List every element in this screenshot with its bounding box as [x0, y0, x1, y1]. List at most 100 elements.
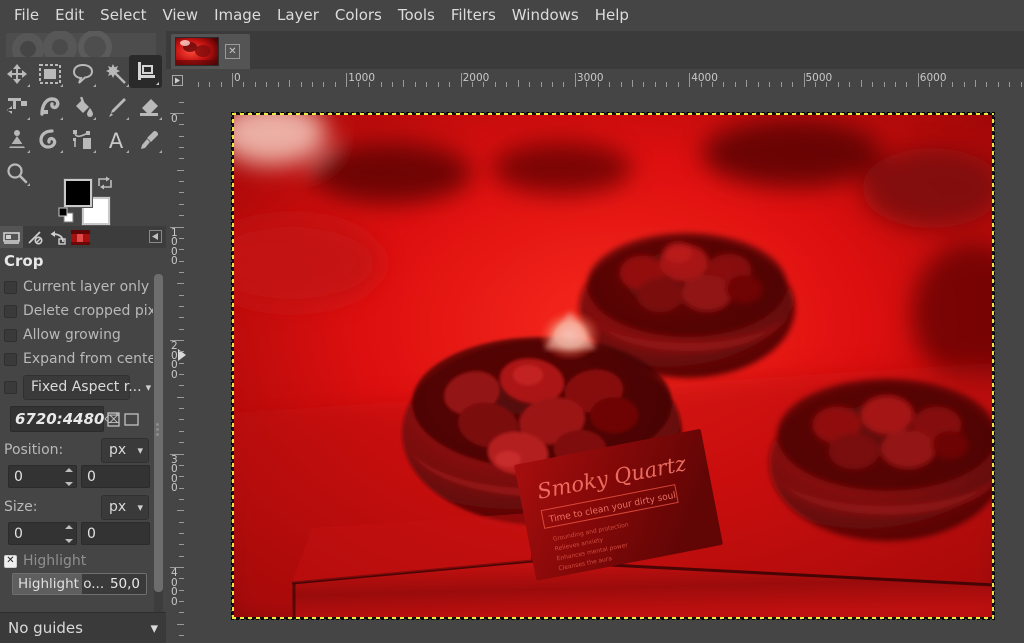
ruler-tick — [449, 82, 450, 87]
tool-options-menu-button[interactable] — [149, 230, 162, 243]
menu-colors[interactable]: Colors — [327, 5, 390, 27]
ruler-tick — [461, 73, 462, 87]
move-tool[interactable] — [0, 57, 33, 90]
menu-help[interactable]: Help — [587, 5, 637, 27]
size-unit-dropdown[interactable]: px ▾ — [101, 495, 149, 520]
ruler-tick — [323, 82, 324, 87]
checkbox-allow-growing[interactable] — [4, 329, 17, 342]
option-delete-cropped-pixels[interactable]: Delete cropped pixe — [0, 299, 153, 323]
ruler-origin-button[interactable] — [166, 69, 188, 91]
position-unit-dropdown[interactable]: px ▾ — [101, 438, 149, 463]
menu-image[interactable]: Image — [206, 5, 269, 27]
warp-tool[interactable] — [33, 90, 66, 123]
option-current-layer-only[interactable]: Current layer only — [0, 275, 153, 299]
position-x-input[interactable]: 0 — [8, 465, 77, 488]
menu-edit[interactable]: Edit — [47, 5, 92, 27]
ruler-tick — [918, 73, 919, 87]
crop-tool[interactable] — [129, 55, 162, 88]
tab-images[interactable] — [69, 226, 92, 248]
chevron-down-icon: ▾ — [150, 619, 158, 637]
paths-tool[interactable] — [66, 123, 99, 156]
reset-colors-icon[interactable] — [58, 207, 74, 227]
menu-file[interactable]: File — [6, 5, 47, 27]
checkbox-current-layer-only[interactable] — [4, 281, 17, 294]
tab-undo-history[interactable] — [46, 226, 69, 248]
smudge-tool[interactable] — [33, 123, 66, 156]
color-swatches — [58, 175, 118, 231]
vertical-ruler[interactable]: 01000200030004000 — [166, 91, 188, 643]
eraser-tool[interactable] — [132, 90, 165, 123]
option-allow-growing[interactable]: Allow growing — [0, 323, 153, 347]
fuzzy-select-tool[interactable] — [99, 57, 132, 90]
ruler-tick — [438, 82, 439, 87]
ruler-tick — [266, 82, 267, 87]
position-x-stepper[interactable] — [63, 468, 74, 486]
checkbox-expand-from-center[interactable] — [4, 353, 17, 366]
ruler-tick — [177, 170, 184, 171]
ruler-tick — [335, 82, 336, 87]
toolbox: A — [0, 57, 166, 177]
ruler-tick — [575, 73, 576, 87]
ruler-tick — [849, 82, 850, 87]
text-tool[interactable]: A — [99, 123, 132, 156]
menu-layer[interactable]: Layer — [269, 5, 327, 27]
tool-options-body: Crop Current layer only Delete cropped p… — [0, 248, 166, 643]
label-allow-growing: Allow growing — [23, 327, 121, 343]
ruler-tick — [221, 82, 222, 87]
checkbox-delete-cropped-pixels[interactable] — [4, 305, 17, 318]
transform-tool[interactable] — [0, 90, 33, 123]
zoom-tool[interactable] — [0, 156, 33, 189]
size-height-input[interactable]: 0 — [81, 522, 150, 545]
tab-tool-options[interactable] — [0, 226, 23, 248]
ruler-tick — [346, 73, 347, 87]
ruler-tick — [621, 82, 622, 87]
checkbox-highlight[interactable] — [4, 555, 17, 568]
ruler-tick — [804, 73, 805, 87]
position-y-input[interactable]: 0 — [81, 465, 150, 488]
horizontal-ruler[interactable]: 0100020003000400050006000 — [188, 69, 1024, 91]
size-unit-value: px — [109, 499, 126, 515]
portrait-orientation-button[interactable] — [104, 408, 122, 430]
ruler-tick — [179, 272, 184, 273]
menu-view[interactable]: View — [154, 5, 206, 27]
canvas-viewport[interactable]: Smoky Quartz Time to clean your dirty so… — [188, 91, 1024, 643]
size-label: Size: — [4, 499, 37, 515]
svg-text:A: A — [108, 129, 123, 151]
menu-tools[interactable]: Tools — [390, 5, 443, 27]
bucket-fill-tool[interactable] — [66, 90, 99, 123]
paintbrush-tool[interactable] — [99, 90, 132, 123]
close-tab-icon[interactable]: ✕ — [225, 44, 240, 59]
foreground-color-swatch[interactable] — [64, 179, 92, 207]
option-expand-from-center[interactable]: Expand from center — [0, 347, 153, 371]
aspect-ratio-field[interactable]: 6720:4480 ⌫ — [10, 406, 104, 432]
tab-device-status[interactable] — [23, 226, 46, 248]
ruler-tick — [861, 80, 862, 87]
ruler-tick — [179, 556, 184, 557]
guides-dropdown[interactable]: No guides ▾ — [0, 612, 166, 643]
fixed-mode-dropdown[interactable]: Fixed Aspect r... ▾ — [23, 375, 130, 400]
highlight-opacity-slider[interactable]: Highlight o... 50,0 — [12, 573, 147, 595]
color-picker-tool[interactable] — [132, 123, 165, 156]
option-fixed[interactable]: Fixed Aspect r... ▾ — [0, 371, 153, 403]
free-select-tool[interactable] — [66, 57, 99, 90]
tool-options-scrollbar[interactable] — [154, 274, 163, 614]
menu-filters[interactable]: Filters — [443, 5, 504, 27]
checkbox-fixed[interactable] — [4, 381, 17, 394]
menu-select[interactable]: Select — [92, 5, 154, 27]
size-width-stepper[interactable] — [63, 525, 74, 543]
image-canvas[interactable]: Smoky Quartz Time to clean your dirty so… — [232, 113, 994, 619]
ruler-tick — [975, 80, 976, 87]
landscape-orientation-button[interactable] — [122, 408, 140, 430]
fixed-mode-value: Fixed Aspect r... — [31, 379, 142, 395]
ruler-tick — [255, 82, 256, 87]
image-tab[interactable]: ✕ — [171, 34, 250, 69]
clone-tool[interactable] — [0, 123, 33, 156]
ruler-tick — [312, 82, 313, 87]
size-width-input[interactable]: 0 — [8, 522, 77, 545]
option-highlight[interactable]: Highlight — [0, 549, 153, 573]
dock-resize-grip[interactable] — [156, 423, 160, 437]
ruler-tick — [769, 82, 770, 87]
swap-colors-icon[interactable] — [97, 175, 113, 194]
rectangle-select-tool[interactable] — [33, 57, 66, 90]
menu-windows[interactable]: Windows — [504, 5, 587, 27]
